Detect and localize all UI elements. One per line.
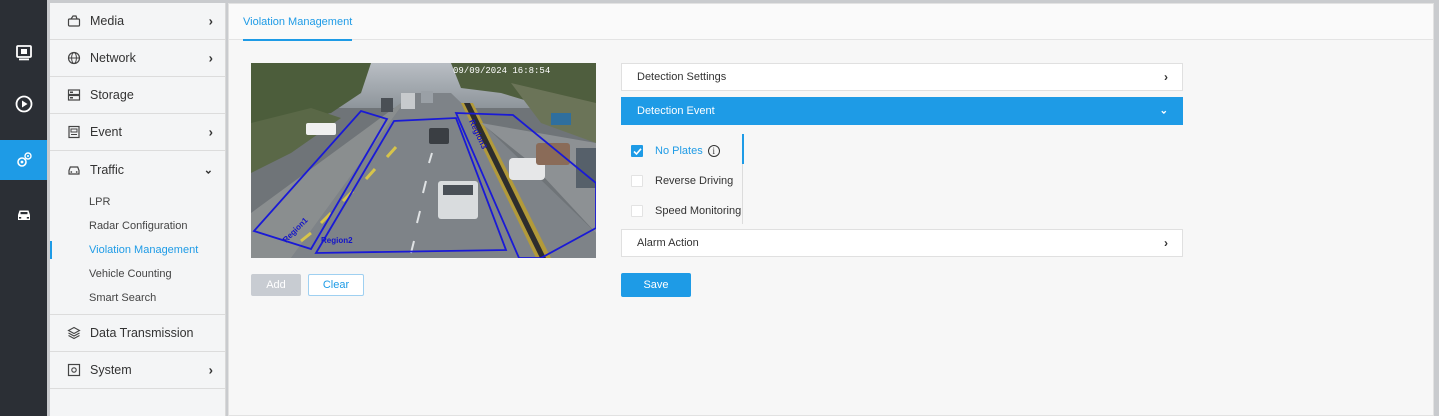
sidebar: Media › Network › Storage Event › Traffi… <box>50 3 226 416</box>
chevron-right-icon: › <box>208 50 213 66</box>
clear-region-button[interactable]: Clear <box>308 274 364 296</box>
playback-button[interactable] <box>0 84 47 124</box>
settings-gear-icon <box>16 152 32 167</box>
event-speed-monitoring[interactable]: Speed Monitoring <box>631 202 741 220</box>
car-icon <box>66 162 82 178</box>
globe-icon <box>66 50 82 66</box>
timestamp-overlay: 09/09/2024 16:8:54 <box>453 66 550 76</box>
reverse-driving-checkbox[interactable] <box>631 175 643 187</box>
detection-settings-section[interactable]: Detection Settings › <box>621 63 1183 91</box>
sidebar-item-label: Media <box>90 14 125 28</box>
info-icon[interactable]: i <box>707 145 720 157</box>
storage-icon <box>66 87 82 103</box>
traffic-button[interactable] <box>0 195 47 235</box>
speed-monitoring-checkbox[interactable] <box>631 205 643 217</box>
window-edge <box>1434 0 1439 416</box>
traffic-scene: Region1 Region2 Region3 09/09/2024 16:8:… <box>251 63 596 258</box>
detection-event-list: No Plates i Reverse Driving Speed Monito… <box>621 132 745 226</box>
media-icon <box>66 13 82 29</box>
sidebar-subitem-lpr[interactable]: LPR <box>50 190 225 214</box>
camera-preview[interactable]: Region1 Region2 Region3 09/09/2024 16:8:… <box>251 63 596 258</box>
check-icon <box>632 147 642 155</box>
chevron-right-icon: › <box>208 13 213 29</box>
settings-button[interactable] <box>0 140 47 180</box>
no-plates-checkbox[interactable] <box>631 145 643 157</box>
event-label: Reverse Driving <box>655 175 734 187</box>
sidebar-item-label: System <box>90 363 132 377</box>
add-region-button[interactable]: Add <box>251 274 301 296</box>
left-rail <box>0 0 47 416</box>
tab-bar: Violation Management <box>229 4 1433 41</box>
car-icon <box>17 210 30 220</box>
event-label: Speed Monitoring <box>655 205 742 217</box>
sidebar-item-label: Traffic <box>90 162 125 177</box>
traffic-submenu: LPR Radar Configuration Violation Manage… <box>50 188 225 315</box>
sidebar-item-media[interactable]: Media › <box>50 3 225 40</box>
alarm-action-title: Alarm Action <box>637 237 699 249</box>
sidebar-item-label: Event <box>90 125 122 139</box>
sidebar-item-data-transmission[interactable]: Data Transmission <box>50 315 225 352</box>
sidebar-item-system[interactable]: System › <box>50 352 225 389</box>
live-view-button[interactable] <box>0 33 47 73</box>
event-no-plates[interactable]: No Plates i <box>631 142 720 160</box>
tab-violation-management[interactable]: Violation Management <box>243 4 353 41</box>
alarm-action-section[interactable]: Alarm Action › <box>621 229 1183 257</box>
chevron-right-icon: › <box>208 124 213 140</box>
sidebar-item-event[interactable]: Event › <box>50 114 225 151</box>
event-reverse-driving[interactable]: Reverse Driving <box>631 172 733 190</box>
event-icon <box>66 124 82 140</box>
chevron-down-icon: ⌄ <box>203 164 213 176</box>
list-divider <box>742 164 743 224</box>
sidebar-item-label: Data Transmission <box>90 326 194 340</box>
sidebar-subitem-violation-management[interactable]: Violation Management <box>50 238 225 262</box>
sidebar-item-label: Network <box>90 51 136 65</box>
chevron-right-icon: › <box>1164 236 1168 250</box>
monitor-icon <box>15 45 32 61</box>
chevron-right-icon: › <box>208 362 213 378</box>
event-label: No Plates <box>655 145 703 157</box>
region2-label: Region2 <box>321 236 353 245</box>
layers-icon <box>66 325 82 341</box>
chevron-right-icon: › <box>1164 70 1168 84</box>
sidebar-item-label: Storage <box>90 88 134 102</box>
chevron-down-icon: ⌄ <box>1159 105 1168 117</box>
sidebar-item-traffic[interactable]: Traffic ⌄ <box>50 151 225 188</box>
selection-indicator <box>742 134 744 164</box>
sidebar-item-storage[interactable]: Storage <box>50 77 225 114</box>
sidebar-subitem-smart-search[interactable]: Smart Search <box>50 286 225 310</box>
sidebar-subitem-vehicle-counting[interactable]: Vehicle Counting <box>50 262 225 286</box>
save-button[interactable]: Save <box>621 273 691 297</box>
playback-icon <box>15 95 32 113</box>
sidebar-subitem-radar-configuration[interactable]: Radar Configuration <box>50 214 225 238</box>
main-panel: Violation Management Region1 Region2 Reg… <box>228 3 1434 416</box>
system-icon <box>66 362 82 378</box>
detection-event-title: Detection Event <box>637 105 715 117</box>
detection-settings-title: Detection Settings <box>637 71 727 83</box>
detection-event-section[interactable]: Detection Event ⌄ <box>621 97 1183 125</box>
sidebar-item-network[interactable]: Network › <box>50 40 225 77</box>
